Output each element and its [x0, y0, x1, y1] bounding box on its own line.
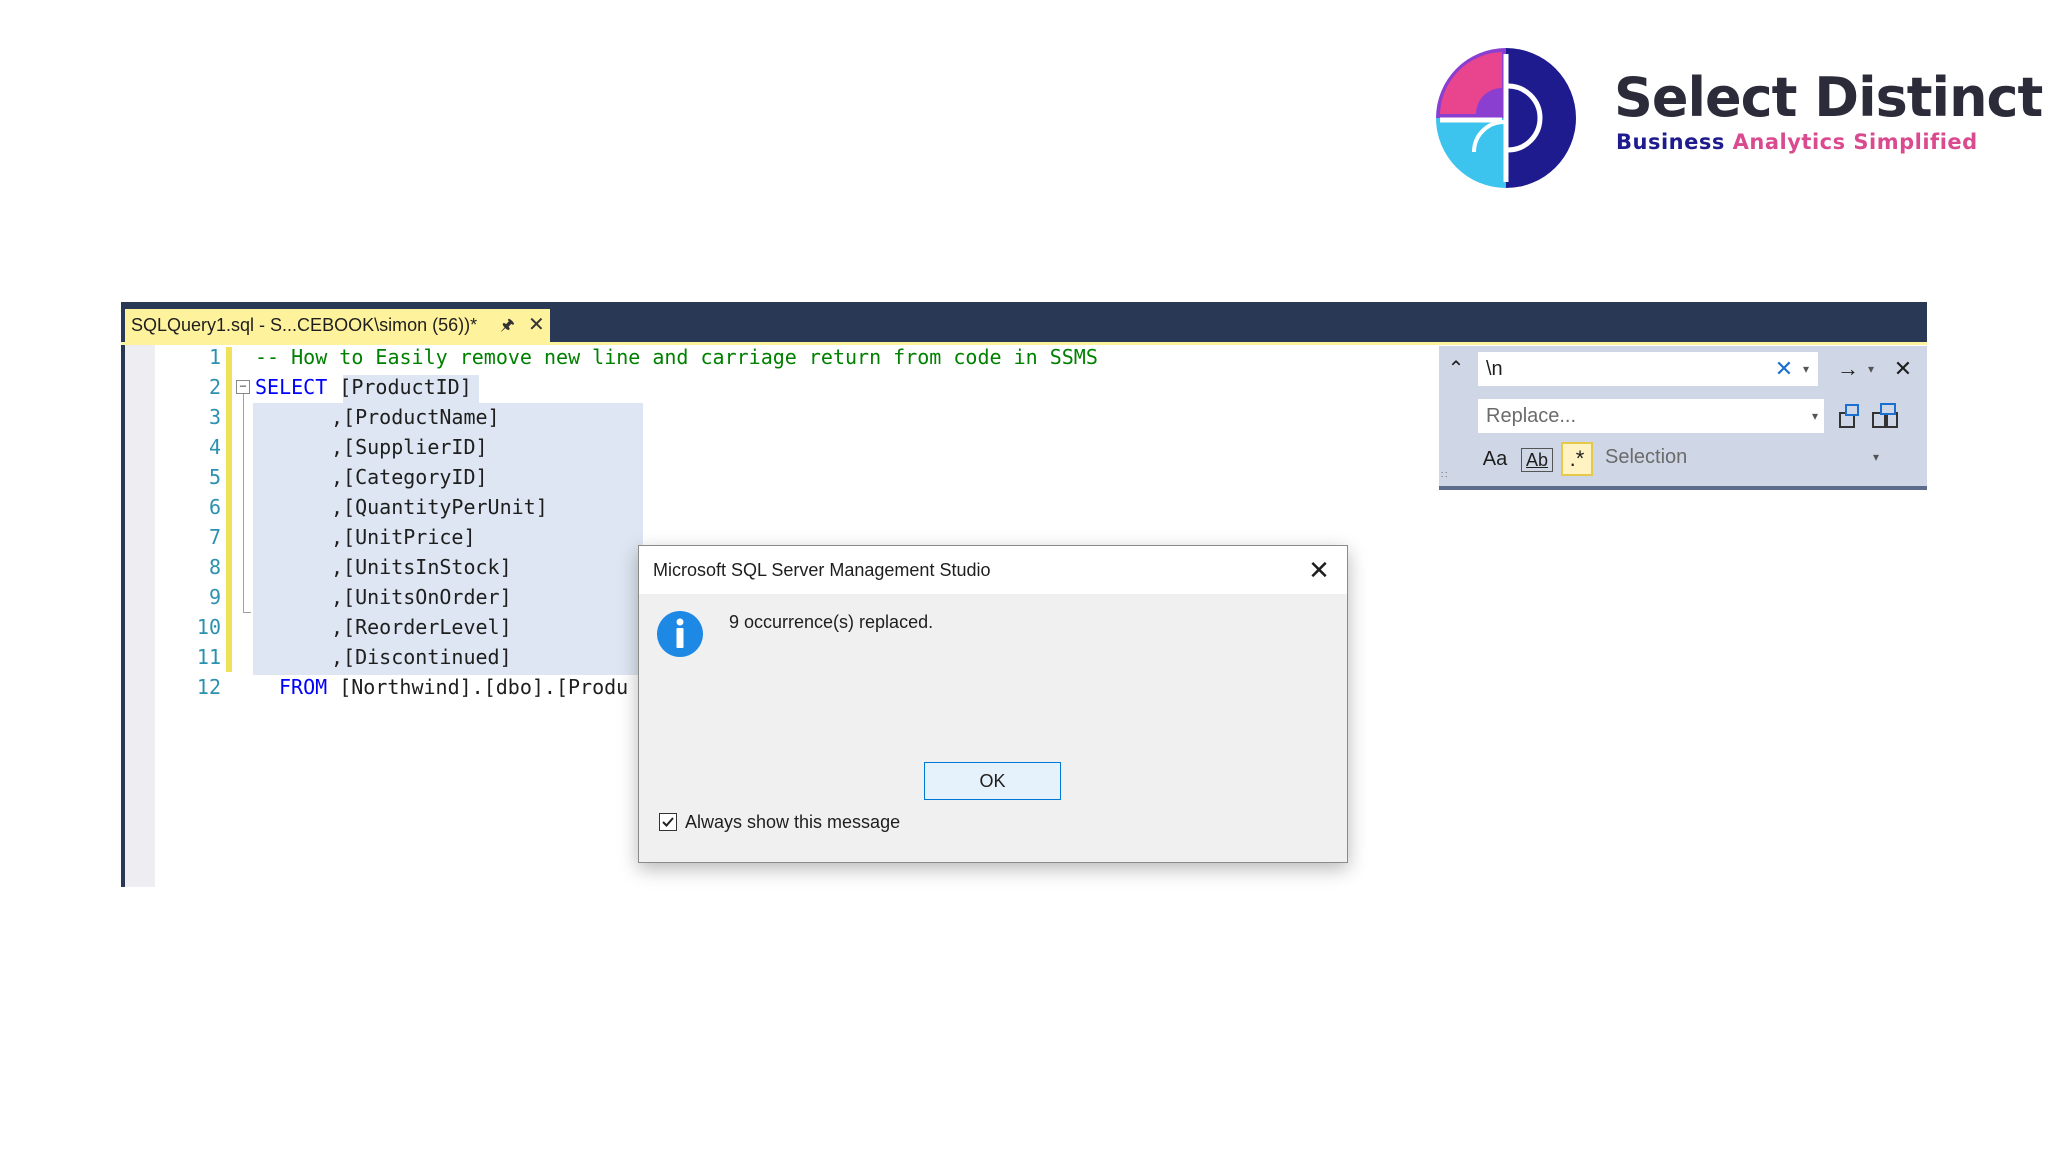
code-line-10[interactable]: ,[ReorderLevel]: [331, 615, 512, 639]
find-next-icon[interactable]: →: [1835, 354, 1861, 384]
info-icon: [657, 611, 703, 657]
code-line-2[interactable]: SELECT [ProductID]: [255, 375, 472, 399]
checkbox-label: Always show this message: [685, 812, 901, 832]
code-line-5[interactable]: ,[CategoryID]: [331, 465, 488, 489]
tab-sqlquery1[interactable]: SQLQuery1.sql - S...CEBOOK\simon (56))* …: [125, 309, 550, 342]
code-line-11[interactable]: ,[Discontinued]: [331, 645, 512, 669]
code-line-9[interactable]: ,[UnitsOnOrder]: [331, 585, 512, 609]
whole-word-icon[interactable]: Ab: [1521, 448, 1553, 472]
line-number: 3: [208, 405, 221, 429]
find-options-dropdown-icon[interactable]: ▾: [1863, 354, 1879, 384]
line-number: 6: [208, 495, 221, 519]
brand-tagline: Business Analytics Simplified: [1616, 130, 1978, 154]
code-comment-line[interactable]: -- How to Easily remove new line and car…: [255, 345, 1098, 369]
close-icon[interactable]: ✕: [1301, 552, 1337, 588]
line-number: 2: [208, 375, 221, 399]
line-number: 10: [196, 615, 221, 639]
search-scope[interactable]: Selection: [1605, 446, 1687, 469]
replace-all-icon[interactable]: [1871, 401, 1901, 431]
line-number: 5: [208, 465, 221, 489]
code-line-12[interactable]: FROM [Northwind].[dbo].[Produ: [279, 675, 628, 699]
code-line-8[interactable]: ,[UnitsInStock]: [331, 555, 512, 579]
find-input-value: \n: [1486, 358, 1503, 380]
outline-end: [243, 612, 251, 613]
regex-icon[interactable]: .*: [1561, 442, 1593, 476]
close-icon[interactable]: ✕: [528, 309, 545, 342]
document-tab-bar: SQLQuery1.sql - S...CEBOOK\simon (56))* …: [121, 302, 1927, 342]
keyword-select: SELECT: [255, 375, 328, 399]
clear-icon[interactable]: ✕: [1773, 354, 1795, 384]
always-show-checkbox[interactable]: [659, 813, 677, 831]
line-number: 4: [208, 435, 221, 459]
tagline-business: Business: [1616, 130, 1725, 154]
close-icon[interactable]: ✕: [1889, 354, 1917, 384]
code-line-4[interactable]: ,[SupplierID]: [331, 435, 488, 459]
line-number: 1: [208, 345, 221, 369]
checkmark-icon: [662, 817, 674, 827]
tagline-analytics: Analytics Simplified: [1732, 130, 1978, 154]
scope-dropdown-icon[interactable]: ▾: [1873, 450, 1879, 464]
dialog-message: 9 occurrence(s) replaced.: [729, 612, 934, 632]
line-number: 9: [208, 585, 221, 609]
collapse-icon[interactable]: −: [236, 380, 250, 394]
replace-next-icon[interactable]: [1837, 401, 1863, 431]
ok-button[interactable]: OK: [924, 762, 1061, 800]
dialog-title: Microsoft SQL Server Management Studio: [653, 560, 991, 580]
code-line-3[interactable]: ,[ProductName]: [331, 405, 500, 429]
find-input[interactable]: \n: [1477, 351, 1819, 387]
message-dialog: Microsoft SQL Server Management Studio ✕…: [638, 545, 1348, 863]
outline-line: [243, 394, 244, 612]
pin-icon[interactable]: 🖈︎: [500, 309, 515, 342]
tab-title: SQLQuery1.sql - S...CEBOOK\simon (56))*: [131, 315, 478, 335]
change-tracking-bar: [226, 347, 232, 672]
brand-logo: Select Distinct Business Analytics Simpl…: [1436, 48, 2043, 188]
logo-mark-icon: [1436, 48, 1576, 188]
line-number: 11: [196, 645, 221, 669]
table-name: [Northwind].[dbo].[Produ: [339, 675, 629, 699]
code-line-7[interactable]: ,[UnitPrice]: [331, 525, 476, 549]
find-replace-panel: ⌃ \n ✕ ▾ → ▾ ✕ Replace... ▾ Aa Ab .* Sel…: [1439, 346, 1927, 490]
keyword-from: FROM: [279, 675, 328, 699]
brand-name: Select Distinct: [1614, 66, 2043, 129]
indicator-margin: [125, 345, 155, 887]
dropdown-icon[interactable]: ▾: [1797, 354, 1815, 384]
match-case-icon[interactable]: Aa: [1479, 444, 1511, 474]
line-number: 7: [208, 525, 221, 549]
replace-dropdown-icon[interactable]: ▾: [1812, 399, 1818, 433]
line-number: 12: [196, 675, 221, 699]
line-number: 8: [208, 555, 221, 579]
dialog-title-bar: Microsoft SQL Server Management Studio ✕: [639, 546, 1347, 594]
replace-placeholder: Replace...: [1486, 405, 1577, 427]
resize-grip-icon[interactable]: ∷: [1441, 470, 1447, 481]
column-productid: [ProductID]: [339, 375, 472, 399]
code-line-6[interactable]: ,[QuantityPerUnit]: [331, 495, 548, 519]
replace-input[interactable]: Replace... ▾: [1477, 398, 1825, 434]
chevron-up-icon[interactable]: ⌃: [1443, 354, 1469, 384]
